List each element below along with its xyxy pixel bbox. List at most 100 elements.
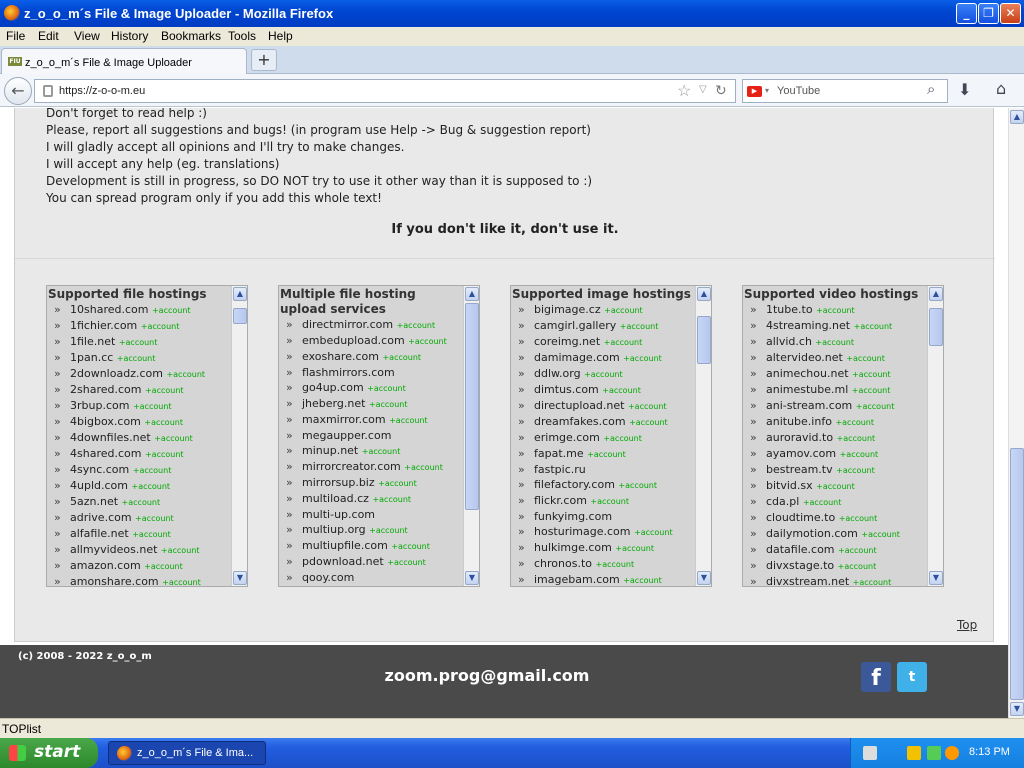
file-hostings-list[interactable]: Supported file hostings » 10shared.com +ac… — [46, 285, 248, 587]
list-item[interactable]: » mirrorsup.biz +account — [280, 475, 465, 491]
search-bar[interactable]: ▶ ▾ YouTube ⌕ — [742, 79, 948, 103]
list-item[interactable]: » auroravid.to +account — [744, 430, 929, 446]
multi-upload-services-list[interactable]: Multiple file hosting upload services » di… — [278, 285, 480, 587]
list-item[interactable]: » 1fichier.com +account — [48, 318, 233, 334]
scroll-up-arrow-icon[interactable]: ▲ — [233, 287, 247, 301]
menu-history[interactable]: History — [111, 29, 148, 43]
list-item[interactable]: » 4streaming.net +account — [744, 318, 929, 334]
menu-tools[interactable]: Tools — [228, 29, 256, 43]
list-item[interactable]: » hulkimge.com +account — [512, 540, 697, 556]
url-bar[interactable]: https://z-o-o-m.eu ☆ ▽ ↻ — [34, 79, 736, 103]
window-title-bar[interactable]: z_o_o_m´s File & Image Uploader - Mozill… — [0, 0, 1024, 27]
home-icon[interactable]: ⌂ — [996, 79, 1006, 98]
list-item[interactable]: » 2downloadz.com +account — [48, 366, 233, 382]
maximize-button[interactable]: ❐ — [978, 3, 999, 24]
list-item[interactable]: » mirrorcreator.com +account — [280, 459, 465, 475]
list-scroll-thumb[interactable] — [465, 303, 479, 511]
facebook-icon[interactable]: f — [861, 662, 891, 692]
scroll-up-arrow-icon[interactable]: ▲ — [697, 287, 711, 301]
twitter-icon[interactable]: t — [897, 662, 927, 692]
list-item[interactable]: » fastpic.ru — [512, 462, 697, 477]
history-dropdown-icon[interactable]: ▽ — [699, 84, 707, 95]
list-item[interactable]: » ayamov.com +account — [744, 446, 929, 462]
menu-file[interactable]: File — [6, 29, 25, 43]
list-scrollbar[interactable]: ▲ ▼ — [231, 286, 247, 586]
list-item[interactable]: » 3rbup.com +account — [48, 398, 233, 414]
search-engine-dropdown-icon[interactable]: ▾ — [765, 86, 769, 95]
list-item[interactable]: » exoshare.com +account — [280, 349, 465, 365]
list-item[interactable]: » cda.pl +account — [744, 494, 929, 510]
list-item[interactable]: » 4downfiles.net +account — [48, 430, 233, 446]
list-item[interactable]: » jheberg.net +account — [280, 396, 465, 412]
keyboard-icon[interactable] — [863, 746, 877, 760]
list-item[interactable]: » 4upld.com +account — [48, 478, 233, 494]
list-item[interactable]: » animechou.net +account — [744, 366, 929, 382]
network-icon[interactable] — [927, 746, 941, 760]
list-item[interactable]: » anitube.info +account — [744, 414, 929, 430]
list-item[interactable]: » directupload.net +account — [512, 398, 697, 414]
menu-bookmarks[interactable]: Bookmarks — [161, 29, 221, 43]
scroll-down-arrow-icon[interactable]: ▼ — [697, 571, 711, 585]
list-item[interactable]: » megaupper.com — [280, 428, 465, 443]
list-item[interactable]: » maxmirror.com +account — [280, 412, 465, 428]
back-button[interactable]: ← — [4, 77, 32, 105]
list-item[interactable]: » camgirl.gallery +account — [512, 318, 697, 334]
scroll-down-arrow-icon[interactable]: ▼ — [1010, 702, 1024, 716]
search-tray-icon[interactable] — [945, 746, 959, 760]
scroll-down-arrow-icon[interactable]: ▼ — [929, 571, 943, 585]
list-item[interactable]: » ani-stream.com +account — [744, 398, 929, 414]
security-shield-icon[interactable] — [907, 746, 921, 760]
list-item[interactable]: » divxstream.net +account — [744, 574, 929, 586]
list-item[interactable]: » 4shared.com +account — [48, 446, 233, 462]
list-item[interactable]: » erimge.com +account — [512, 430, 697, 446]
taskbar-firefox-task[interactable]: z_o_o_m´s File & Ima... — [108, 741, 266, 765]
menu-help[interactable]: Help — [268, 29, 293, 43]
list-item[interactable]: » dreamfakes.com +account — [512, 414, 697, 430]
list-item[interactable]: » alfafile.net +account — [48, 526, 233, 542]
list-item[interactable]: » datafile.com +account — [744, 542, 929, 558]
list-item[interactable]: » adrive.com +account — [48, 510, 233, 526]
list-item[interactable]: » imagebam.com +account — [512, 572, 697, 586]
list-item[interactable]: » qooy.com — [280, 570, 465, 585]
image-hostings-list[interactable]: Supported image hostings » bigimage.cz +ac… — [510, 285, 712, 587]
email-link[interactable]: zoom.prog@gmail.com — [0, 666, 974, 685]
download-icon[interactable]: ⬇ — [958, 80, 971, 99]
scroll-up-arrow-icon[interactable]: ▲ — [929, 287, 943, 301]
page-scroll-thumb[interactable] — [1010, 448, 1024, 700]
list-item[interactable]: » amonshare.com +account — [48, 574, 233, 586]
list-item[interactable]: » flashmirrors.com — [280, 365, 465, 380]
close-button[interactable]: ✕ — [1000, 3, 1021, 24]
list-item[interactable]: » 1file.net +account — [48, 334, 233, 350]
list-item[interactable]: » 1pan.cc +account — [48, 350, 233, 366]
list-item[interactable]: » flickr.com +account — [512, 493, 697, 509]
list-item[interactable]: » damimage.com +account — [512, 350, 697, 366]
minimize-button[interactable]: _ — [956, 3, 977, 24]
list-item[interactable]: » ddlw.org +account — [512, 366, 697, 382]
list-item[interactable]: » 2shared.com +account — [48, 382, 233, 398]
list-item[interactable]: » cloudtime.to +account — [744, 510, 929, 526]
list-scroll-thumb[interactable] — [233, 308, 247, 325]
scroll-up-arrow-icon[interactable]: ▲ — [1010, 110, 1024, 124]
list-item[interactable]: » multiup.org +account — [280, 522, 465, 538]
list-item[interactable]: » 1tube.to +account — [744, 302, 929, 318]
list-item[interactable]: » directmirror.com +account — [280, 317, 465, 333]
list-scrollbar[interactable]: ▲ ▼ — [463, 286, 479, 586]
list-item[interactable]: » 10shared.com +account — [48, 302, 233, 318]
list-item[interactable]: » multiload.cz +account — [280, 491, 465, 507]
list-item[interactable]: » pdownload.net +account — [280, 554, 465, 570]
list-item[interactable]: » bitvid.sx +account — [744, 478, 929, 494]
list-item[interactable]: » bigimage.cz +account — [512, 302, 697, 318]
list-item[interactable]: » dailymotion.com +account — [744, 526, 929, 542]
list-item[interactable]: » dimtus.com +account — [512, 382, 697, 398]
list-item[interactable]: » filefactory.com +account — [512, 477, 697, 493]
list-item[interactable]: » chronos.to +account — [512, 556, 697, 572]
list-scroll-thumb[interactable] — [697, 316, 711, 365]
youtube-icon[interactable]: ▶ — [747, 86, 762, 97]
list-item[interactable]: » bestream.tv +account — [744, 462, 929, 478]
list-item[interactable]: » divxstage.to +account — [744, 558, 929, 574]
list-item[interactable]: » allvid.ch +account — [744, 334, 929, 350]
list-item[interactable]: » 4sync.com +account — [48, 462, 233, 478]
browser-tab[interactable]: FIU z_o_o_m´s File & Image Uploader — [1, 48, 247, 74]
list-item[interactable]: » 4bigbox.com +account — [48, 414, 233, 430]
list-item[interactable]: » allmyvideos.net +account — [48, 542, 233, 558]
